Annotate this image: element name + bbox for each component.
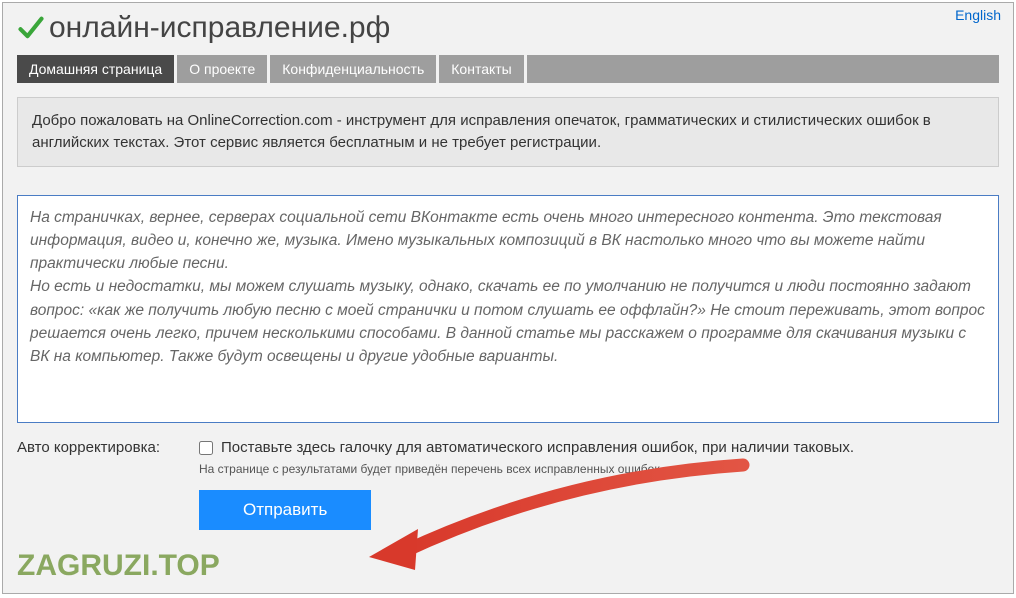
check-icon <box>17 14 45 42</box>
language-link[interactable]: English <box>955 7 1001 23</box>
autocorrect-checkbox[interactable] <box>199 441 213 455</box>
nav-about[interactable]: О проекте <box>177 55 267 83</box>
watermark: ZAGRUZI.TOP <box>17 549 220 583</box>
autocorrect-label: Авто корректировка: <box>17 437 199 456</box>
autocorrect-hint: На странице с результатами будет приведё… <box>199 462 999 476</box>
text-input[interactable]: На страничках, вернее, серверах социальн… <box>17 195 999 423</box>
autocorrect-controls: Авто корректировка: Поставьте здесь гало… <box>17 437 999 476</box>
site-title: онлайн-исправление.рф <box>49 11 390 45</box>
autocorrect-checkbox-text: Поставьте здесь галочку для автоматическ… <box>221 437 854 458</box>
header: онлайн-исправление.рф <box>3 3 1013 55</box>
nav-privacy[interactable]: Конфиденциальность <box>270 55 436 83</box>
welcome-message: Добро пожаловать на OnlineCorrection.com… <box>17 97 999 167</box>
nav-contacts[interactable]: Контакты <box>439 55 523 83</box>
nav-home[interactable]: Домашняя страница <box>17 55 174 83</box>
main-nav: Домашняя страница О проекте Конфиденциал… <box>3 55 1013 83</box>
submit-button[interactable]: Отправить <box>199 490 371 530</box>
nav-spacer <box>527 55 999 83</box>
